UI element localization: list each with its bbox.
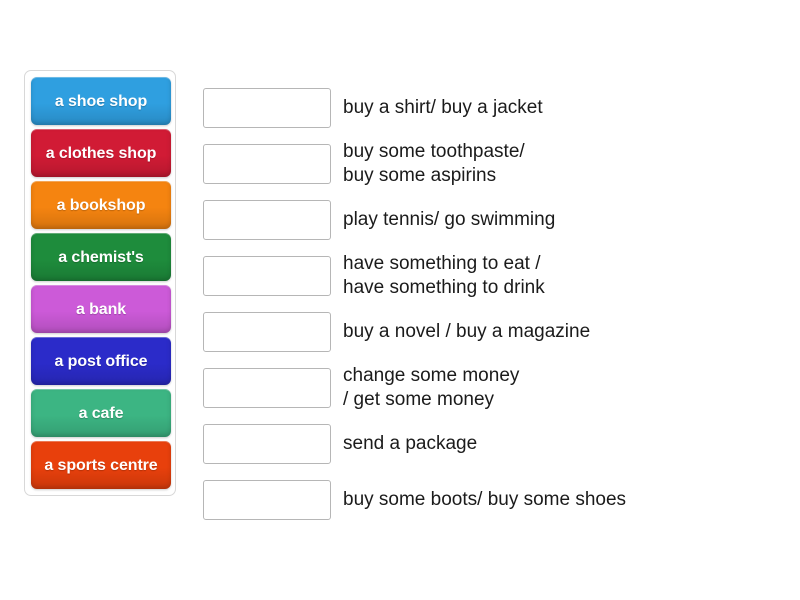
tile-label: a bank — [75, 300, 127, 318]
prompt-text: buy a shirt/ buy a jacket — [343, 97, 543, 118]
prompt-row: buy some boots/ buy some shoes — [203, 472, 778, 528]
prompt-row: have something to eat / have something t… — [203, 248, 778, 304]
prompt-column: buy a shirt/ buy a jacket buy some tooth… — [203, 80, 778, 528]
draggable-tile-post-office[interactable]: a post office — [31, 337, 171, 385]
prompt-text: send a package — [343, 433, 478, 454]
prompt-text: change some money / get some money — [343, 365, 520, 410]
drop-zone[interactable] — [203, 312, 331, 352]
prompt-row: change some money / get some money — [203, 360, 778, 416]
tile-label: a clothes shop — [45, 144, 157, 162]
prompt-text: buy a novel / buy a magazine — [343, 321, 591, 342]
match-up-activity: a shoe shop a clothes shop a bookshop a … — [0, 0, 800, 600]
tile-label: a sports centre — [44, 456, 158, 474]
tile-label: a post office — [54, 352, 148, 370]
draggable-tile-cafe[interactable]: a cafe — [31, 389, 171, 437]
draggable-tile-sports-centre[interactable]: a sports centre — [31, 441, 171, 489]
draggable-tile-chemists[interactable]: a chemist's — [31, 233, 171, 281]
prompt-text: play tennis/ go swimming — [343, 209, 556, 230]
prompt-row: send a package — [203, 416, 778, 472]
drop-zone[interactable] — [203, 144, 331, 184]
prompt-text: buy some boots/ buy some shoes — [343, 489, 627, 510]
drop-zone[interactable] — [203, 88, 331, 128]
prompt-row: buy a novel / buy a magazine — [203, 304, 778, 360]
drop-zone[interactable] — [203, 256, 331, 296]
prompt-row: buy some toothpaste/ buy some aspirins — [203, 136, 778, 192]
drop-zone[interactable] — [203, 200, 331, 240]
tile-label: a chemist's — [58, 248, 144, 266]
drop-zone[interactable] — [203, 368, 331, 408]
drop-zone[interactable] — [203, 480, 331, 520]
draggable-tile-bookshop[interactable]: a bookshop — [31, 181, 171, 229]
tile-label: a cafe — [78, 404, 124, 422]
drop-zone[interactable] — [203, 424, 331, 464]
prompt-row: play tennis/ go swimming — [203, 192, 778, 248]
prompt-row: buy a shirt/ buy a jacket — [203, 80, 778, 136]
tile-label: a shoe shop — [54, 92, 148, 110]
prompt-text: buy some toothpaste/ buy some aspirins — [343, 141, 525, 186]
draggable-tile-tray: a shoe shop a clothes shop a bookshop a … — [24, 70, 176, 496]
prompt-text: have something to eat / have something t… — [343, 253, 545, 298]
draggable-tile-clothes-shop[interactable]: a clothes shop — [31, 129, 171, 177]
draggable-tile-shoe-shop[interactable]: a shoe shop — [31, 77, 171, 125]
tile-label: a bookshop — [56, 196, 146, 214]
draggable-tile-bank[interactable]: a bank — [31, 285, 171, 333]
